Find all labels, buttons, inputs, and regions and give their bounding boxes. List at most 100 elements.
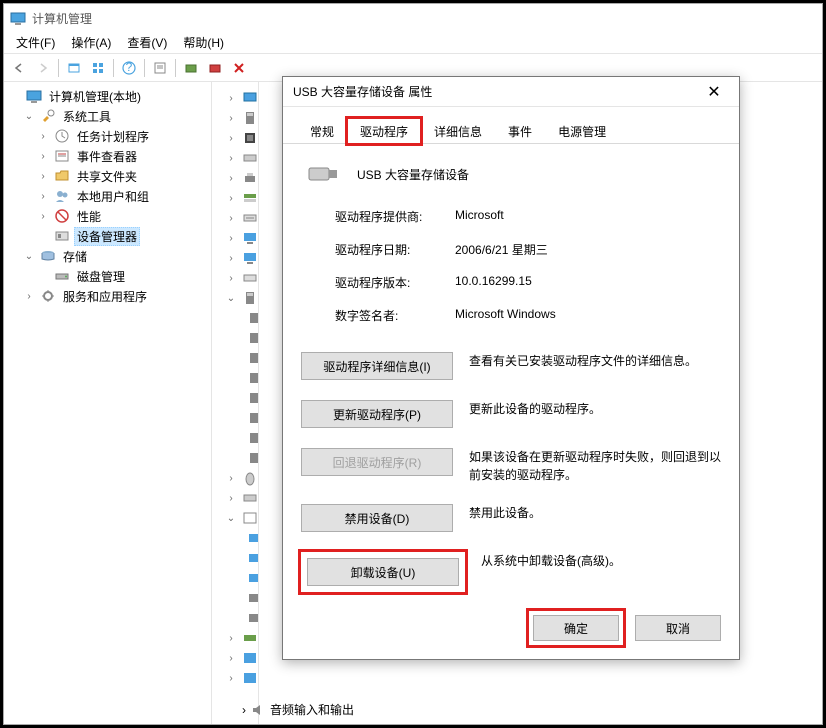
- tree-root[interactable]: 计算机管理(本地) ⌄系统工具 ›任务计划程序 ›事件查看器 ›共享文件夹 ›本…: [4, 86, 211, 306]
- disable-device-desc: 禁用此设备。: [469, 504, 721, 522]
- cancel-button[interactable]: 取消: [635, 615, 721, 641]
- version-value: 10.0.16299.15: [455, 274, 721, 291]
- expand-icon[interactable]: ›: [242, 703, 246, 717]
- expand-icon[interactable]: ›: [224, 153, 238, 164]
- update-driver-desc: 更新此设备的驱动程序。: [469, 400, 721, 418]
- services-icon: [40, 288, 56, 304]
- expand-icon[interactable]: ›: [224, 253, 238, 264]
- driver-details-button[interactable]: 驱动程序详细信息(I): [301, 352, 453, 380]
- tree-performance[interactable]: ›性能: [32, 206, 211, 226]
- device-category[interactable]: ›: [220, 668, 822, 688]
- tree-local-users[interactable]: ›本地用户和组: [32, 186, 211, 206]
- view-button[interactable]: [87, 57, 109, 79]
- collapse-icon[interactable]: ⌄: [224, 293, 238, 304]
- tree-shared-folders[interactable]: ›共享文件夹: [32, 166, 211, 186]
- menu-file[interactable]: 文件(F): [8, 32, 63, 53]
- forward-button[interactable]: [32, 57, 54, 79]
- menu-help[interactable]: 帮助(H): [175, 32, 232, 53]
- expand-icon[interactable]: ›: [36, 171, 50, 182]
- tab-general[interactable]: 常规: [297, 118, 347, 144]
- expand-icon[interactable]: ›: [224, 653, 238, 664]
- date-value: 2006/6/21 星期三: [455, 241, 721, 258]
- column-divider[interactable]: [258, 82, 259, 724]
- usb-icon: [246, 350, 262, 366]
- expand-icon[interactable]: ›: [36, 191, 50, 202]
- expand-icon[interactable]: ›: [224, 193, 238, 204]
- delete-button[interactable]: [228, 57, 250, 79]
- collapse-icon[interactable]: ⌄: [224, 513, 238, 524]
- expand-icon[interactable]: ›: [224, 213, 238, 224]
- tab-details[interactable]: 详细信息: [421, 118, 495, 144]
- software-device-icon: [242, 510, 258, 526]
- collapse-icon[interactable]: ⌄: [22, 251, 36, 262]
- tree-task-scheduler[interactable]: ›任务计划程序: [32, 126, 211, 146]
- properties-button[interactable]: [149, 57, 171, 79]
- expand-icon[interactable]: ›: [224, 633, 238, 644]
- tab-events[interactable]: 事件: [495, 118, 545, 144]
- uninstall-device-row: 卸载设备(U) 从系统中卸载设备(高级)。: [301, 552, 721, 592]
- tree-system-tools[interactable]: ⌄系统工具 ›任务计划程序 ›事件查看器 ›共享文件夹 ›本地用户和组 ›性能 …: [18, 106, 211, 246]
- tree-storage[interactable]: ⌄存储 磁盘管理: [18, 246, 211, 286]
- highlight-box: 卸载设备(U): [301, 552, 465, 592]
- software-icon: [246, 550, 262, 566]
- device-header: USB 大容量存储设备: [307, 164, 721, 184]
- expand-icon[interactable]: ›: [224, 473, 238, 484]
- dialog-title-text: USB 大容量存储设备 属性: [293, 83, 699, 100]
- scan-button[interactable]: [180, 57, 202, 79]
- tab-driver[interactable]: 驱动程序: [347, 118, 421, 144]
- separator: [113, 59, 114, 77]
- device-category-audio[interactable]: › 音频输入和输出: [242, 701, 354, 718]
- app-icon: [10, 10, 26, 26]
- display-adapter-icon: [242, 670, 258, 686]
- expand-icon[interactable]: ›: [224, 673, 238, 684]
- computer-icon: [242, 230, 258, 246]
- expand-icon[interactable]: ›: [224, 133, 238, 144]
- tree-device-manager[interactable]: 设备管理器: [32, 226, 211, 246]
- usb-icon: [246, 310, 262, 326]
- back-button[interactable]: [8, 57, 30, 79]
- rollback-driver-button: 回退驱动程序(R): [301, 448, 453, 476]
- signer-value: Microsoft Windows: [455, 307, 721, 324]
- up-button[interactable]: [63, 57, 85, 79]
- ok-button[interactable]: 确定: [533, 615, 619, 641]
- usb-icon: [246, 330, 262, 346]
- close-button[interactable]: ✕: [699, 80, 729, 104]
- menu-action[interactable]: 操作(A): [63, 32, 119, 53]
- red-button[interactable]: [204, 57, 226, 79]
- uninstall-device-button[interactable]: 卸载设备(U): [307, 558, 459, 586]
- disk-icon: [54, 268, 70, 284]
- driver-info: 驱动程序提供商: Microsoft 驱动程序日期: 2006/6/21 星期三…: [335, 208, 721, 324]
- separator: [175, 59, 176, 77]
- menu-view[interactable]: 查看(V): [119, 32, 175, 53]
- window-title: 计算机管理: [32, 10, 92, 27]
- collapse-icon[interactable]: ⌄: [22, 111, 36, 122]
- tree-services-apps[interactable]: ›服务和应用程序: [18, 286, 211, 306]
- help-button[interactable]: ?: [118, 57, 140, 79]
- usb-icon: [246, 430, 262, 446]
- expand-icon[interactable]: ›: [22, 291, 36, 302]
- expand-icon[interactable]: ›: [224, 273, 238, 284]
- tree-event-viewer[interactable]: ›事件查看器: [32, 146, 211, 166]
- expand-icon[interactable]: ›: [36, 151, 50, 162]
- tab-power[interactable]: 电源管理: [545, 118, 619, 144]
- expand-icon[interactable]: ›: [224, 233, 238, 244]
- expand-icon[interactable]: ›: [224, 493, 238, 504]
- expand-icon[interactable]: ›: [224, 113, 238, 124]
- monitor-icon: [242, 90, 258, 106]
- usb-icon: [242, 110, 258, 126]
- separator: [144, 59, 145, 77]
- update-driver-button[interactable]: 更新驱动程序(P): [301, 400, 453, 428]
- tree-disk-mgmt[interactable]: 磁盘管理: [32, 266, 211, 286]
- system-device-icon: [242, 650, 258, 666]
- expand-icon[interactable]: ›: [224, 93, 238, 104]
- expand-icon[interactable]: ›: [36, 131, 50, 142]
- expand-icon[interactable]: ›: [36, 211, 50, 222]
- dialog-footer: 确定 取消: [529, 611, 721, 645]
- clock-icon: [54, 128, 70, 144]
- users-icon: [54, 188, 70, 204]
- version-label: 驱动程序版本:: [335, 274, 455, 291]
- software-icon: [246, 530, 262, 546]
- properties-dialog: USB 大容量存储设备 属性 ✕ 常规 驱动程序 详细信息 事件 电源管理 US…: [282, 76, 740, 660]
- expand-icon[interactable]: ›: [224, 173, 238, 184]
- disable-device-button[interactable]: 禁用设备(D): [301, 504, 453, 532]
